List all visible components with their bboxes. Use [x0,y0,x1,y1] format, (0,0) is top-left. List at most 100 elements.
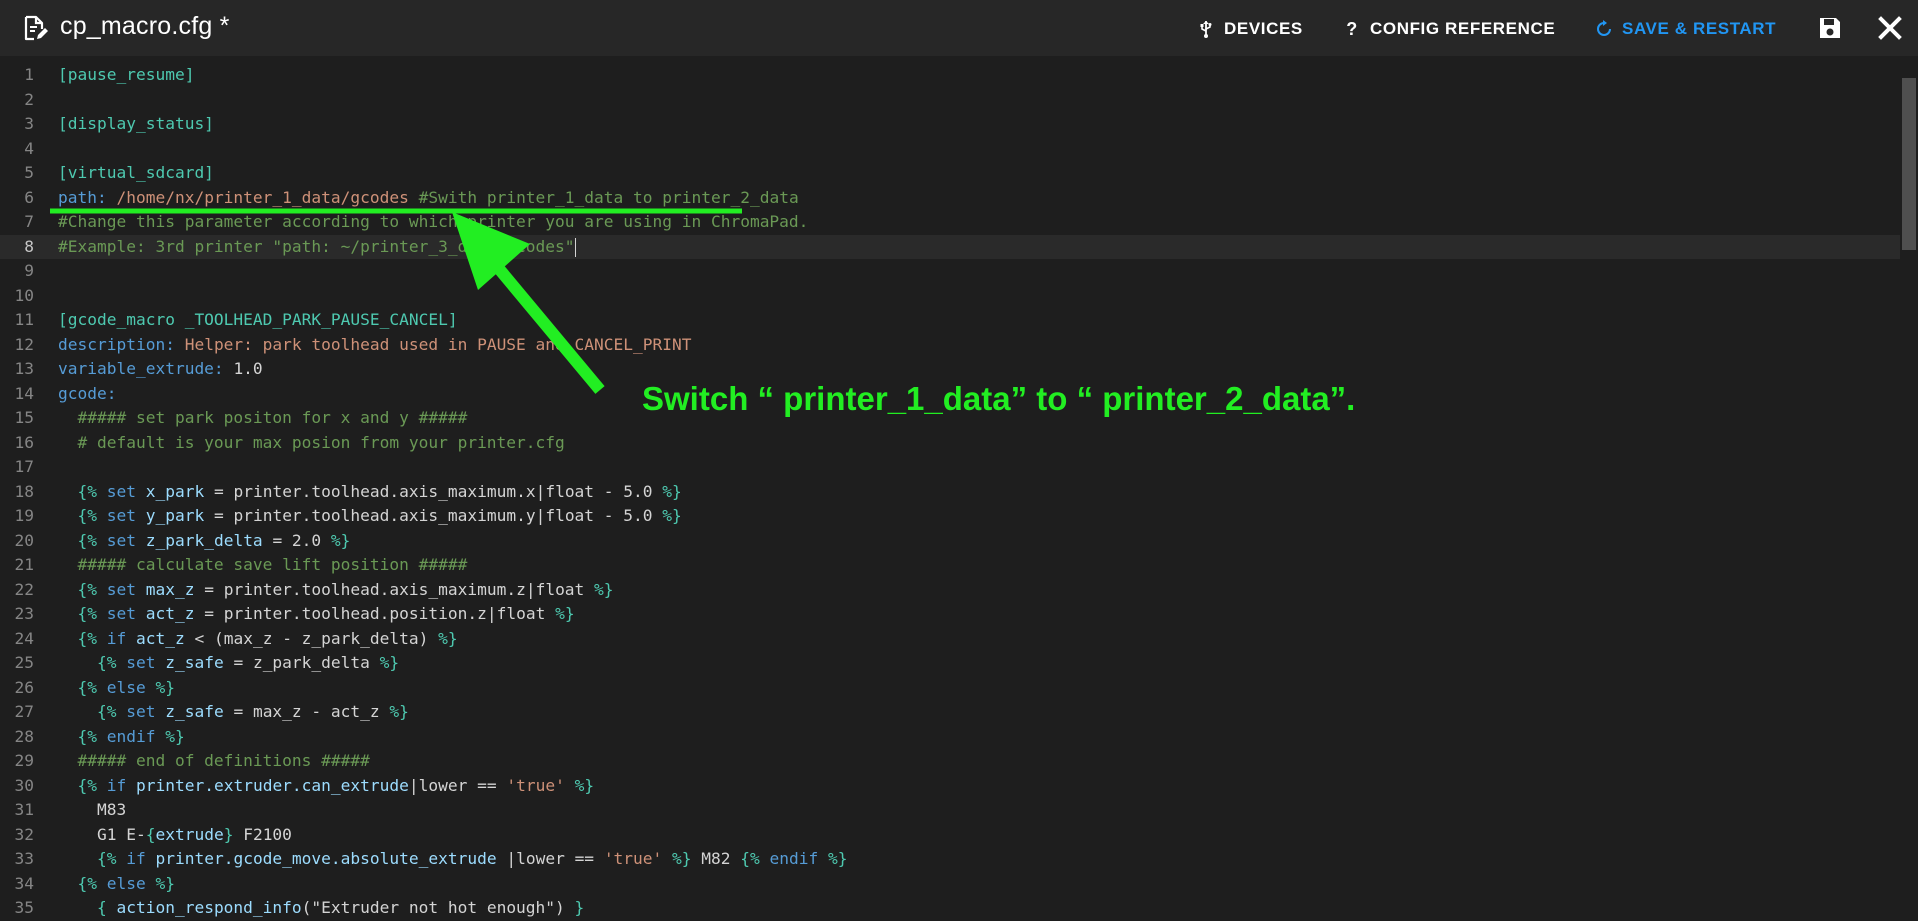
line-number: 27 [14,702,35,721]
code-line[interactable]: 5 [virtual_sdcard] [0,161,1900,186]
devices-label: DEVICES [1224,19,1303,38]
code-line[interactable]: 11 [gcode_macro _TOOLHEAD_PARK_PAUSE_CANC… [0,308,1900,333]
code-line[interactable]: 18 {% set x_park = printer.toolhead.axis… [0,480,1900,505]
line-number: 9 [24,261,34,280]
code-line[interactable]: 19 {% set y_park = printer.toolhead.axis… [0,504,1900,529]
line-content: {% set z_safe = z_park_delta %} [96,653,400,672]
code-line[interactable]: 1 [pause_resume] [0,63,1900,88]
line-content: {% else %} [77,873,175,893]
code-line[interactable]: 25 {% set z_safe = z_park_delta %} [0,651,1900,676]
edit-file-icon [24,15,48,41]
code-line[interactable]: 2 [0,88,1900,113]
line-content: gcode: [58,383,117,403]
line-number: 26 [14,677,35,697]
save-icon[interactable] [1816,14,1844,42]
line-number: 30 [14,775,35,795]
line-number: 22 [14,579,35,599]
code-line[interactable]: 28 {% endif %} [0,725,1900,750]
line-number: 34 [14,873,35,893]
annotation-text: Switch “ printer_1_data” to “ printer_2_… [642,380,1356,417]
line-number: 28 [14,726,35,746]
code-line[interactable]: 27 {% set z_safe = max_z - act_z %} [0,700,1900,725]
code-line[interactable]: 22 {% set max_z = printer.toolhead.axis_… [0,578,1900,603]
close-icon[interactable] [1876,14,1904,42]
line-content: {% set max_z = printer.toolhead.axis_max… [77,579,614,599]
config-reference-label: CONFIG REFERENCE [1370,19,1556,38]
code-line[interactable]: 24 {% if act_z < (max_z - z_park_delta) … [0,627,1900,652]
code-line[interactable]: 31 M83 [0,798,1900,823]
line-number: 7 [24,212,34,231]
code-line[interactable]: 17 [0,455,1900,480]
line-content: {% set act_z = printer.toolhead.position… [77,604,575,623]
line-content: description: Helper: park toolhead used … [58,334,692,354]
line-number: 2 [24,89,34,109]
code-line[interactable]: 26 {% else %} [0,676,1900,701]
line-content: {% set z_safe = max_z - act_z %} [96,702,409,721]
line-number: 33 [14,849,35,868]
line-number: 16 [14,432,35,452]
line-content: ##### end of definitions ##### [58,751,370,770]
question-icon: ? [1346,19,1358,39]
code-line[interactable]: 12 description: Helper: park toolhead use… [0,333,1900,358]
line-number: 31 [14,800,35,819]
code-line[interactable]: 32 G1 E-{extrude} F2100 [0,823,1900,848]
line-number: 35 [14,898,35,917]
restart-icon [1597,20,1611,36]
code-line[interactable]: 33 {% if printer.gcode_move.absolute_ext… [0,847,1900,872]
line-number: 5 [24,163,34,182]
save-restart-label: SAVE & RESTART [1622,19,1777,38]
line-content: { action_respond_info("Extruder not hot … [96,898,585,917]
line-number: 14 [14,383,35,403]
line-content: {% if printer.extruder.can_extrude|lower… [77,775,595,795]
line-content: [display_status] [58,114,214,133]
line-content: #Example: 3rd printer "path: ~/printer_3… [58,236,576,257]
code-editor[interactable]: 1 [pause_resume] 2 3 [display_status] 4 5 [virt… [0,56,1918,917]
devices-button[interactable]: DEVICES [1196,16,1303,42]
line-content: [virtual_sdcard] [58,163,214,182]
code-line[interactable]: 21 ##### calculate save lift position ##… [0,553,1900,578]
code-line[interactable]: 13 variable_extrude: 1.0 [0,357,1900,382]
line-content: variable_extrude: 1.0 [58,359,263,378]
editor-scrollbar-thumb[interactable] [1902,78,1916,250]
save-restart-button[interactable]: SAVE & RESTART [1594,16,1776,42]
line-number: 18 [14,481,35,501]
line-content: {% set x_park = printer.toolhead.axis_ma… [77,481,682,501]
line-content: {% set z_park_delta = 2.0 %} [77,530,351,550]
code-line[interactable]: 9 [0,259,1900,284]
line-content: #Change this parameter according to whic… [58,212,809,231]
line-number: 20 [14,530,35,550]
code-line[interactable]: 3 [display_status] [0,112,1900,137]
code-line[interactable]: 10 [0,284,1900,309]
code-line[interactable]: 20 {% set z_park_delta = 2.0 %} [0,529,1900,554]
line-number: 23 [14,604,35,623]
code-line[interactable]: 30 {% if printer.extruder.can_extrude|lo… [0,774,1900,799]
config-reference-button[interactable]: ? CONFIG REFERENCE [1342,16,1555,42]
line-content: ##### set park positon for x and y ##### [58,408,468,427]
code-line[interactable]: 4 [0,137,1900,162]
text-cursor [574,237,576,257]
line-content: ##### calculate save lift position ##### [58,555,468,574]
line-number: 32 [14,824,35,844]
line-number: 10 [14,285,35,305]
line-content: {% endif %} [77,726,185,746]
code-line[interactable]: 7 #Change this parameter according to whi… [0,210,1900,235]
code-line[interactable]: 35 { action_respond_info("Extruder not h… [0,896,1900,921]
line-content: {% else %} [77,677,175,697]
code-line[interactable]: 16 # default is your max posion from you… [0,431,1900,456]
line-number: 29 [14,751,35,770]
line-content: G1 E-{extrude} F2100 [58,824,292,844]
code-line[interactable]: 29 ##### end of definitions ##### [0,749,1900,774]
code-line[interactable]: 34 {% else %} [0,872,1900,897]
file-title: cp_macro.cfg * [60,12,230,40]
code-line[interactable]: 6 path: /home/nx/printer_1_data/gcodes #S… [0,186,1900,211]
line-number: 12 [14,334,35,354]
code-line[interactable]: 8 #Example: 3rd printer "path: ~/printer_… [0,234,1900,259]
code-line[interactable]: 23 {% set act_z = printer.toolhead.posit… [0,602,1900,627]
line-number: 19 [14,506,35,525]
line-number: 1 [24,65,34,84]
line-number: 8 [24,236,34,256]
line-number: 13 [14,359,35,378]
line-number: 6 [24,187,34,207]
line-content: {% if printer.gcode_move.absolute_extrud… [96,849,848,868]
line-content: M83 [58,800,127,819]
